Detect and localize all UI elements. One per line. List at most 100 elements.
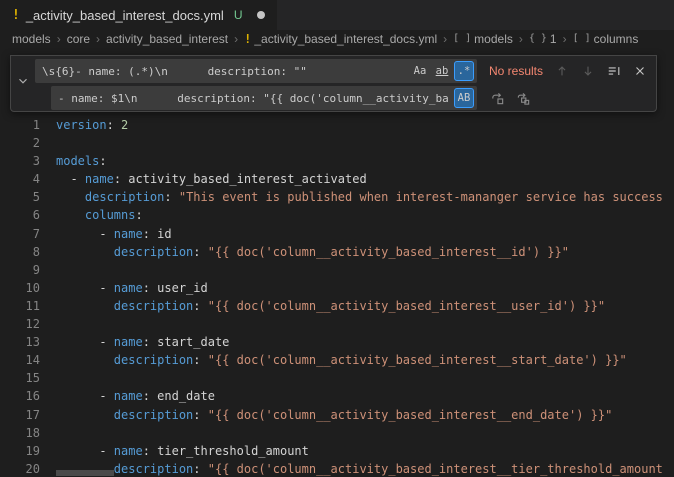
symbol-array-icon: [ ] (573, 33, 591, 44)
code-line-text: version: 2 (56, 116, 128, 134)
breadcrumb-item-models[interactable]: [ ]models (453, 32, 513, 46)
code-line[interactable]: 17 description: "{{ doc('column__activit… (0, 406, 674, 424)
tab-activity-based-interest-docs[interactable]: ! _activity_based_interest_docs.yml U (0, 0, 278, 30)
code-line[interactable]: 13 - name: start_date (0, 333, 674, 351)
breadcrumb-label: _activity_based_interest_docs.yml (254, 32, 437, 46)
line-number: 11 (0, 297, 40, 315)
breadcrumb-item-models[interactable]: models (12, 32, 51, 46)
line-number: 1 (0, 116, 40, 134)
code-line[interactable]: 19 - name: tier_threshold_amount (0, 442, 674, 460)
replace-button[interactable] (487, 88, 508, 109)
tab-filename: _activity_based_interest_docs.yml (26, 8, 224, 23)
replace-options: AB (454, 88, 474, 108)
horizontal-scrollbar-thumb[interactable] (56, 470, 114, 476)
code-line[interactable]: 11 description: "{{ doc('column__activit… (0, 297, 674, 315)
close-icon (633, 64, 647, 78)
code-line[interactable]: 4 - name: activity_based_interest_activa… (0, 170, 674, 188)
code-line-text: description: "{{ doc('column__activity_b… (56, 297, 605, 315)
code-line[interactable]: 5 description: "This event is published … (0, 188, 674, 206)
code-line[interactable]: 18 (0, 424, 674, 442)
code-line[interactable]: 3 models: (0, 152, 674, 170)
breadcrumb-separator: › (563, 32, 567, 46)
code-line-text: - name: tier_threshold_amount (56, 442, 309, 460)
breadcrumb-separator: › (519, 32, 523, 46)
breadcrumb-item-core[interactable]: core (67, 32, 90, 46)
code-line-text: - name: activity_based_interest_activate… (56, 170, 367, 188)
code-line-text: description: "This event is published wh… (56, 188, 663, 206)
line-number: 18 (0, 424, 40, 442)
code-line-text: description: "{{ doc('column__activity_b… (56, 406, 612, 424)
code-line[interactable]: 14 description: "{{ doc('column__activit… (0, 351, 674, 369)
breadcrumb-item--activity-based-interest-docs-yml[interactable]: !_activity_based_interest_docs.yml (244, 32, 437, 46)
code-line[interactable]: 1 version: 2 (0, 116, 674, 134)
breadcrumb-separator: › (96, 32, 100, 46)
find-in-selection-icon (607, 64, 621, 78)
find-actions (551, 61, 650, 82)
code-lines: 1 version: 223 models:4 - name: activity_b… (0, 116, 674, 477)
code-line-text: models: (56, 152, 107, 170)
chevron-down-icon (16, 74, 30, 93)
code-line[interactable]: 15 (0, 369, 674, 387)
replace-input[interactable] (51, 86, 477, 110)
line-number: 3 (0, 152, 40, 170)
code-line-text: description: "{{ doc('column__activity_b… (56, 243, 569, 261)
code-line[interactable]: 9 (0, 261, 674, 279)
line-number: 9 (0, 261, 40, 279)
find-input-wrap: Aa ab .* (35, 59, 477, 83)
arrow-down-icon (581, 64, 595, 78)
line-number: 19 (0, 442, 40, 460)
replace-all-icon (516, 91, 531, 106)
code-line-text: - name: user_id (56, 279, 208, 297)
code-line[interactable]: 10 - name: user_id (0, 279, 674, 297)
yaml-file-icon: ! (12, 8, 20, 23)
code-line-text: - name: end_date (56, 387, 215, 405)
find-widget-body: Aa ab .* No results (35, 56, 656, 111)
breadcrumb-item-activity-based-interest[interactable]: activity_based_interest (106, 32, 228, 46)
line-number: 17 (0, 406, 40, 424)
line-number: 13 (0, 333, 40, 351)
regex-toggle[interactable]: .* (454, 61, 474, 81)
line-number: 8 (0, 243, 40, 261)
line-number: 7 (0, 225, 40, 243)
code-line[interactable]: 6 columns: (0, 206, 674, 224)
breadcrumb-item-1[interactable]: { }1 (529, 32, 557, 46)
find-row: Aa ab .* No results (35, 59, 650, 83)
code-line[interactable]: 2 (0, 134, 674, 152)
breadcrumb-separator: › (234, 32, 238, 46)
breadcrumb-label: 1 (550, 32, 557, 46)
yaml-file-icon: ! (244, 32, 251, 46)
breadcrumb-label: models (12, 32, 51, 46)
breadcrumb-bar: models›core›activity_based_interest›!_ac… (0, 30, 674, 47)
breadcrumb-label: activity_based_interest (106, 32, 228, 46)
vscode-window: ! _activity_based_interest_docs.yml U mo… (0, 0, 674, 477)
previous-match-button[interactable] (551, 61, 572, 82)
replace-actions (487, 88, 534, 109)
breadcrumb-item-columns[interactable]: [ ]columns (573, 32, 639, 46)
line-number: 15 (0, 369, 40, 387)
code-line[interactable]: 8 description: "{{ doc('column__activity… (0, 243, 674, 261)
code-line-text: description: "{{ doc('column__activity_b… (56, 351, 627, 369)
arrow-up-icon (555, 64, 569, 78)
code-line-text: - name: start_date (56, 333, 229, 351)
code-line[interactable]: 7 - name: id (0, 225, 674, 243)
breadcrumb-label: models (474, 32, 513, 46)
breadcrumb-label: core (67, 32, 90, 46)
preserve-case-toggle[interactable]: AB (454, 88, 474, 108)
find-options: Aa ab .* (410, 61, 474, 81)
find-widget: Aa ab .* No results (10, 55, 657, 112)
find-in-selection-button[interactable] (603, 61, 624, 82)
unsaved-changes-dot[interactable] (257, 11, 265, 19)
replace-all-button[interactable] (513, 88, 534, 109)
code-line[interactable]: 16 - name: end_date (0, 387, 674, 405)
match-case-toggle[interactable]: Aa (410, 61, 430, 81)
git-status-badge: U (234, 8, 243, 22)
close-find-button[interactable] (629, 61, 650, 82)
line-number: 10 (0, 279, 40, 297)
line-number: 6 (0, 206, 40, 224)
code-line[interactable]: 12 (0, 315, 674, 333)
whole-word-toggle[interactable]: ab (432, 61, 452, 81)
line-number: 20 (0, 460, 40, 477)
breadcrumb-separator: › (443, 32, 447, 46)
next-match-button[interactable] (577, 61, 598, 82)
toggle-replace-button[interactable] (11, 56, 35, 111)
